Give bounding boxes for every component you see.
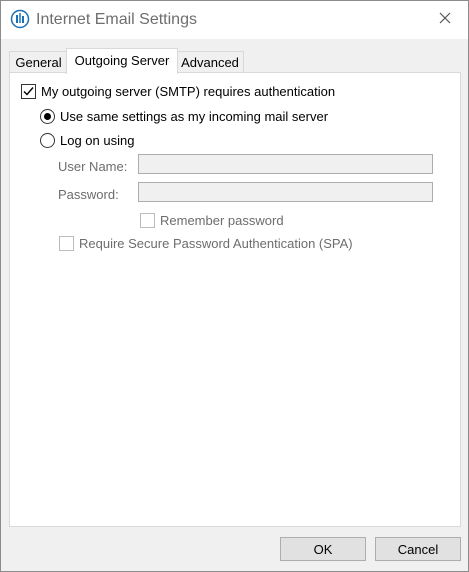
mail-settings-icon [10,9,30,29]
username-input[interactable] [138,154,433,174]
username-label: User Name: [58,159,128,174]
log-on-using-radio[interactable] [40,133,55,148]
remember-password-checkbox[interactable] [140,213,155,228]
use-same-settings-label: Use same settings as my incoming mail se… [60,109,329,124]
window-title: Internet Email Settings [36,11,197,28]
remember-password-label: Remember password [160,213,284,228]
password-label: Password: [58,187,119,202]
tab-outgoing-server[interactable]: Outgoing Server [66,48,178,74]
use-same-settings-radio[interactable] [40,109,55,124]
smtp-auth-label: My outgoing server (SMTP) requires authe… [41,84,336,99]
smtp-auth-checkbox[interactable] [21,84,36,99]
tab-advanced[interactable]: Advanced [176,51,244,73]
title-bar: Internet Email Settings [1,1,468,39]
remember-password-row[interactable]: Remember password [140,213,284,228]
log-on-using-row[interactable]: Log on using [40,133,134,148]
log-on-using-label: Log on using [60,133,135,148]
ok-button[interactable]: OK [280,537,366,561]
spa-checkbox[interactable] [59,236,74,251]
spa-label: Require Secure Password Authentication (… [79,236,353,251]
smtp-auth-row[interactable]: My outgoing server (SMTP) requires authe… [21,84,335,99]
outgoing-server-panel: My outgoing server (SMTP) requires authe… [9,72,461,527]
password-input[interactable] [138,182,433,202]
spa-row[interactable]: Require Secure Password Authentication (… [59,236,353,251]
checkmark-icon [23,87,34,96]
use-same-settings-row[interactable]: Use same settings as my incoming mail se… [40,109,328,124]
dialog-window: Internet Email Settings General Outgoing… [0,0,469,572]
cancel-button[interactable]: Cancel [375,537,461,561]
tab-general[interactable]: General [9,51,68,73]
close-icon [439,12,451,27]
close-button[interactable] [422,1,468,37]
radio-selected-dot [44,113,51,120]
